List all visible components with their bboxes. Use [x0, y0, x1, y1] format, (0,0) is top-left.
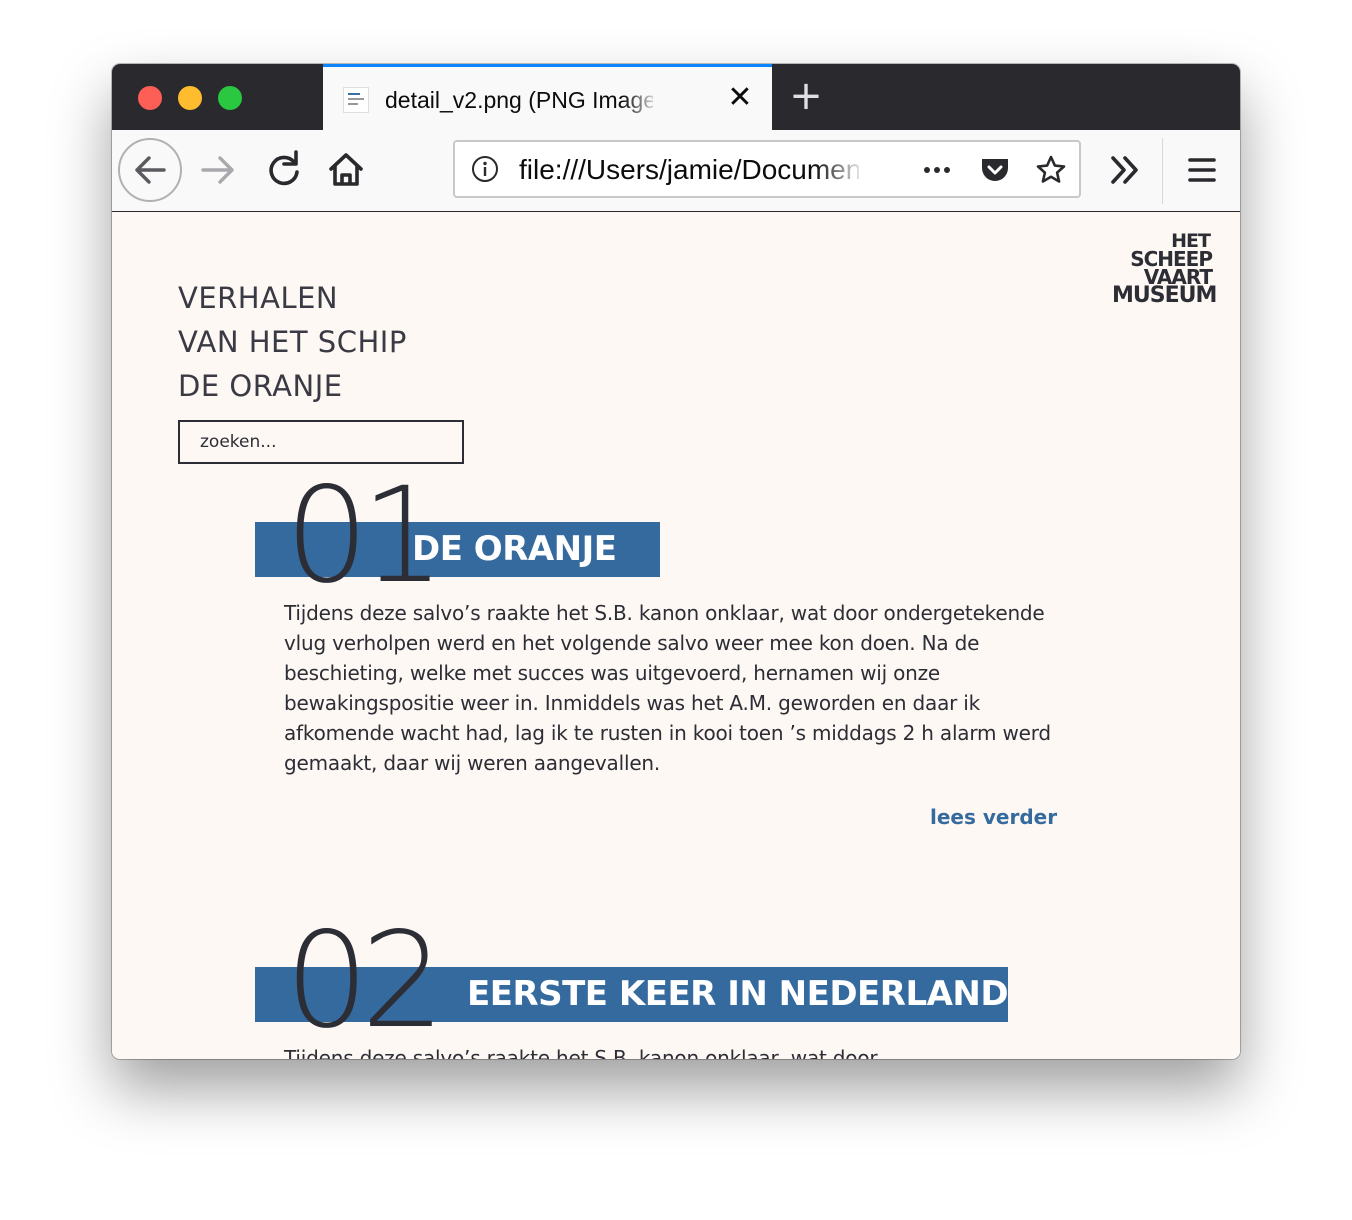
site-title: VERHALEN VAN HET SCHIP DE ORANJE: [178, 276, 407, 408]
nav-toolbar: file:///Users/jamie/Documents/: [112, 130, 1240, 212]
site-title-line: VERHALEN: [178, 281, 339, 315]
story-title[interactable]: EERSTE KEER IN NEDERLAND: [467, 967, 1009, 1022]
home-button[interactable]: [314, 138, 378, 202]
tab-active[interactable]: detail_v2.png (PNG Image, 4096 ✕: [323, 64, 772, 130]
minimize-window-button[interactable]: [178, 86, 202, 110]
back-button[interactable]: [118, 138, 182, 202]
browser-window: detail_v2.png (PNG Image, 4096 ✕ +: [112, 64, 1240, 1059]
url-text[interactable]: file:///Users/jamie/Documents/: [519, 152, 859, 188]
toolbar-divider: [1162, 138, 1163, 204]
pocket-icon[interactable]: [979, 154, 1011, 186]
home-icon: [329, 153, 363, 186]
overflow-button[interactable]: [1093, 138, 1157, 202]
site-title-line: DE ORANJE: [178, 369, 343, 403]
star-icon[interactable]: [1035, 154, 1067, 186]
museum-logo[interactable]: HET SCHEEP VAART MUSEUM: [1112, 232, 1217, 308]
address-bar[interactable]: file:///Users/jamie/Documents/: [453, 140, 1081, 198]
plus-icon[interactable]: +: [788, 76, 824, 116]
story-number: 02: [285, 904, 445, 1058]
story-title[interactable]: DE ORANJE: [412, 522, 617, 577]
menu-button[interactable]: [1170, 138, 1234, 202]
site-title-line: VAN HET SCHIP: [178, 325, 407, 359]
story-card: 02 EERSTE KEER IN NEDERLAND Tijdens deze…: [255, 915, 1155, 1059]
story-excerpt: Tijdens deze salvo’s raakte het S.B. kan…: [284, 1046, 878, 1059]
tab-bar: detail_v2.png (PNG Image, 4096 ✕ +: [112, 64, 1240, 130]
read-more-link[interactable]: lees verder: [930, 805, 1057, 829]
page-content: VERHALEN VAN HET SCHIP DE ORANJE HET SCH…: [112, 212, 1240, 1059]
arrow-right-icon: [201, 156, 234, 184]
reload-icon: [269, 150, 299, 186]
tab-title: detail_v2.png (PNG Image, 4096: [385, 87, 653, 113]
info-icon[interactable]: [471, 155, 499, 183]
story-card: 01 DE ORANJE Tijdens deze salvo’s raakte…: [255, 470, 1155, 882]
hamburger-icon: [1188, 158, 1216, 182]
search-input[interactable]: [178, 420, 464, 464]
more-dots-icon[interactable]: [921, 154, 953, 186]
reload-button[interactable]: [252, 138, 316, 202]
forward-button[interactable]: [186, 138, 250, 202]
story-excerpt: Tijdens deze salvo’s raakte het S.B. kan…: [284, 601, 1051, 775]
double-chevron-icon: [1111, 156, 1138, 184]
close-window-button[interactable]: [138, 86, 162, 110]
image-favicon-icon: [343, 87, 369, 113]
close-icon[interactable]: ✕: [727, 83, 753, 113]
maximize-window-button[interactable]: [218, 86, 242, 110]
arrow-left-icon: [135, 156, 166, 184]
